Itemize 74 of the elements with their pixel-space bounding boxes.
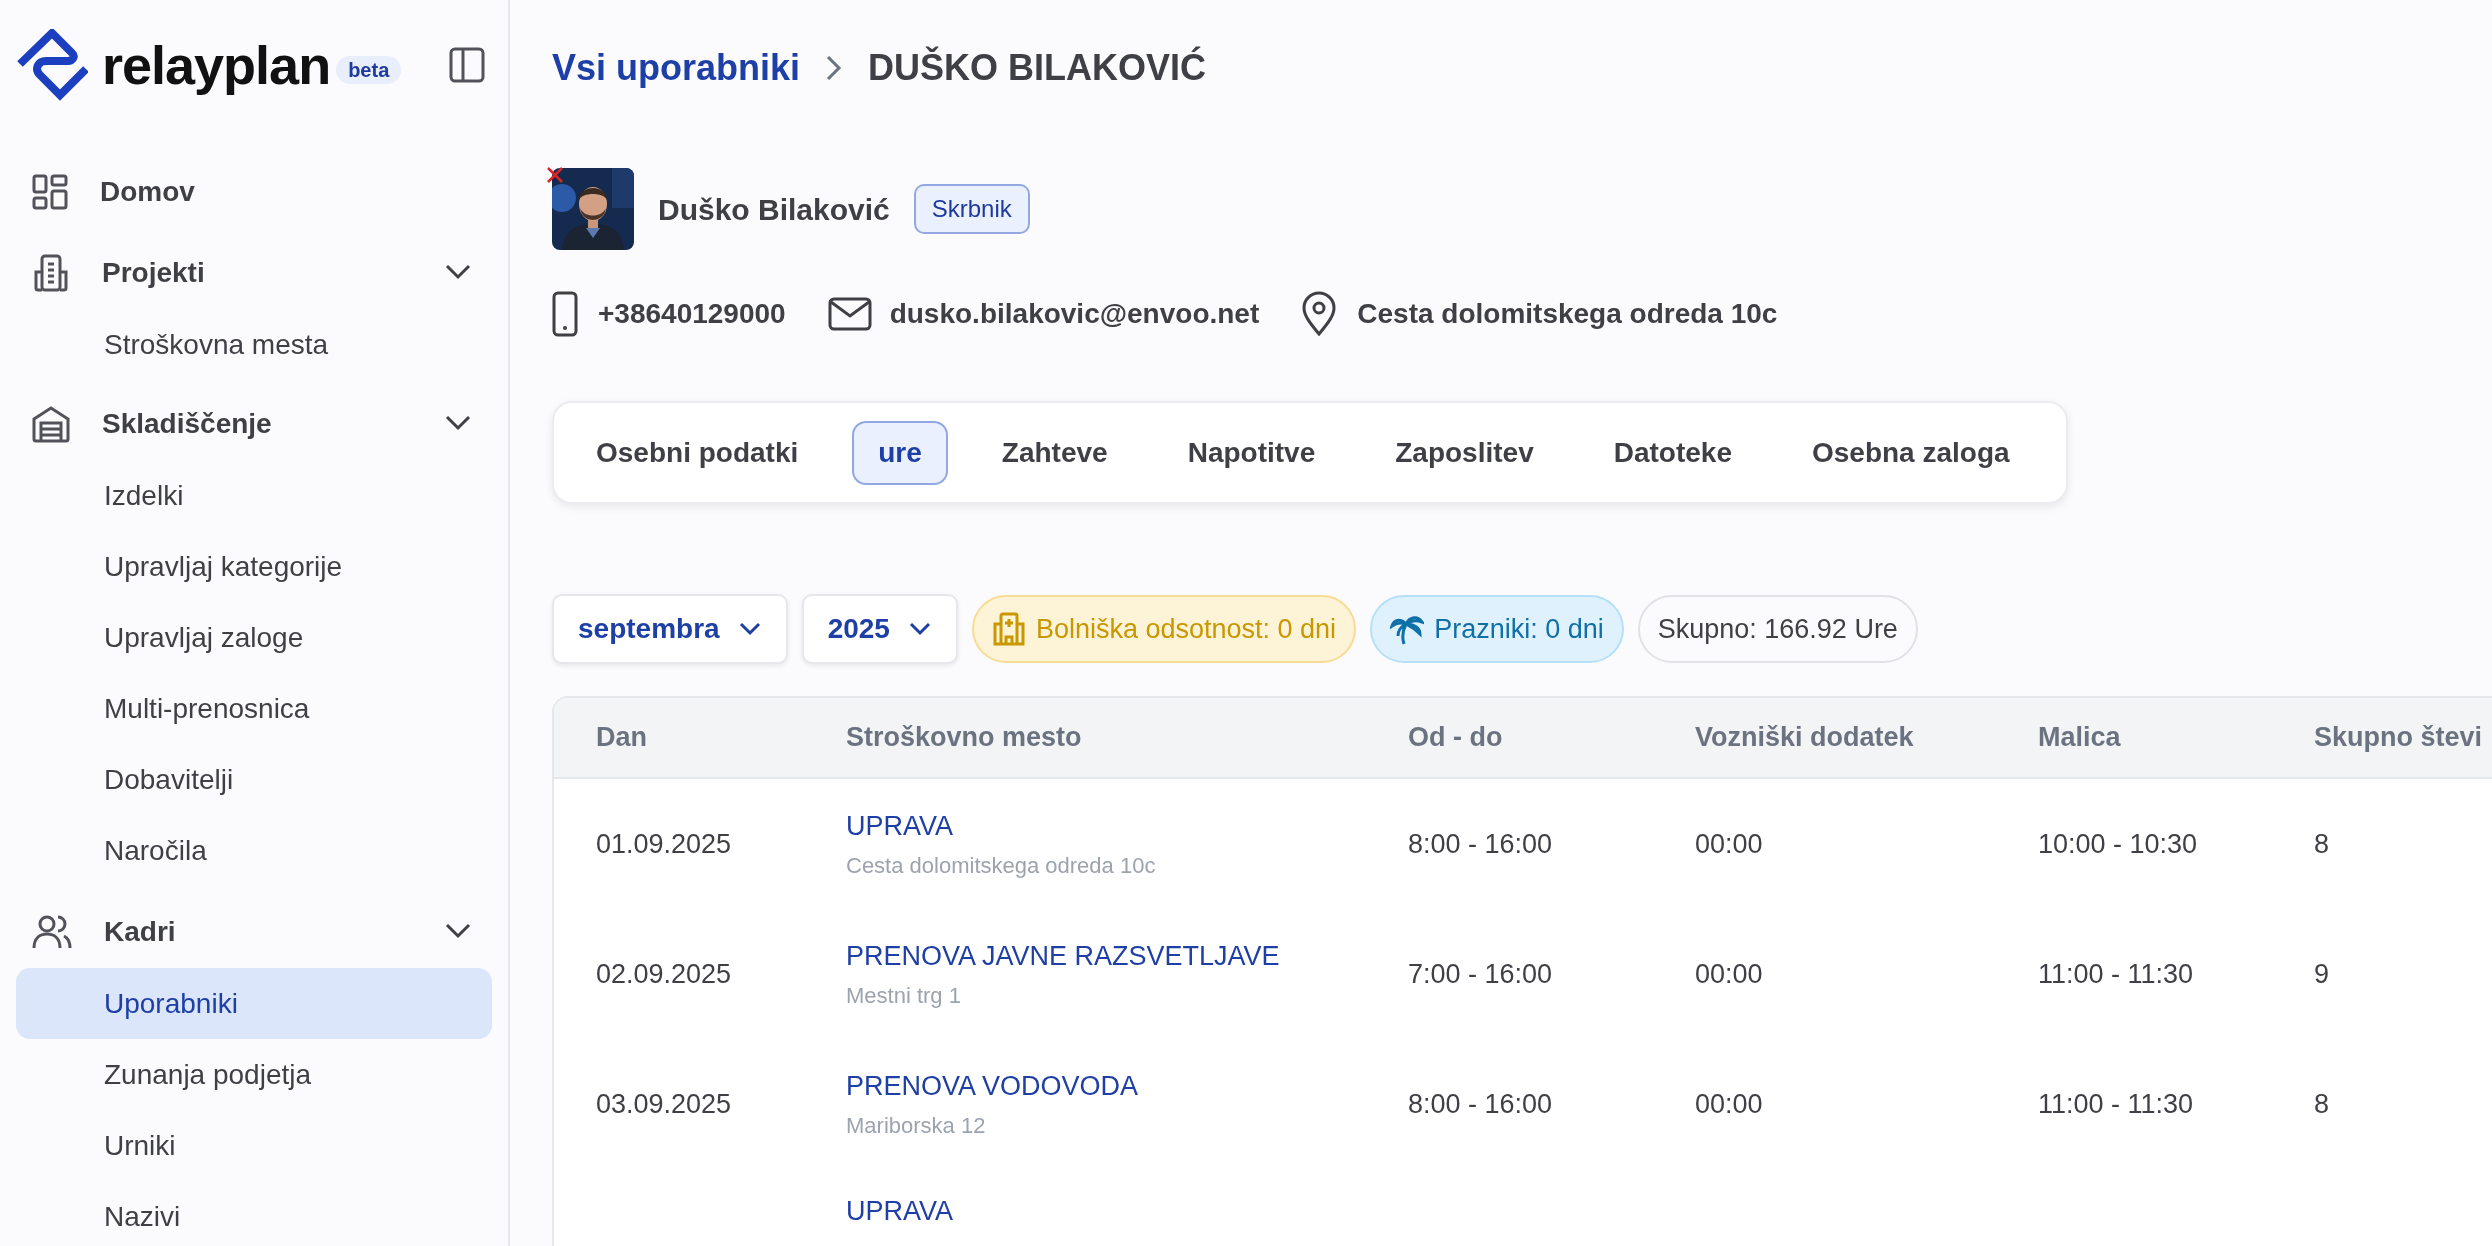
breadcrumb-link[interactable]: Vsi uporabniki bbox=[552, 41, 801, 95]
mail-icon bbox=[827, 297, 872, 331]
beta-badge: beta bbox=[336, 56, 402, 84]
table-cell: 00:00 bbox=[1695, 958, 1763, 989]
total-hours-badge: Skupno: 166.92 Ure bbox=[1637, 595, 1918, 663]
x-mark-icon bbox=[546, 166, 564, 184]
column-header: Dan bbox=[596, 722, 647, 753]
sidebar-item[interactable]: Domov bbox=[0, 156, 508, 228]
sidebar-item[interactable]: Urniki bbox=[0, 1110, 508, 1181]
year-select[interactable]: 2025 bbox=[801, 594, 958, 664]
column-header: Vozniški dodatek bbox=[1695, 722, 1914, 753]
role-badge: Skrbnik bbox=[913, 184, 1030, 234]
column-header: Skupno števi bbox=[2314, 722, 2483, 753]
dashboard-icon bbox=[32, 174, 68, 210]
table-cell: 8 bbox=[2314, 1088, 2330, 1119]
address: Cesta dolomitskega odreda 10c bbox=[1357, 297, 1778, 331]
sidebar-item[interactable]: Skladiščenje bbox=[0, 388, 508, 460]
table-cell: 03.09.2025 bbox=[596, 1088, 732, 1119]
cost-center-link[interactable]: PRENOVA JAVNE RAZSVETLJAVE bbox=[846, 936, 1408, 977]
cost-center-address: Mariborska 12 bbox=[846, 1111, 987, 1140]
sidebar-item[interactable]: Uporabniki bbox=[16, 968, 492, 1039]
table-cell: 01.09.2025 bbox=[596, 828, 732, 859]
sidebar-item[interactable]: Nazivi bbox=[0, 1181, 508, 1246]
sidebar-item[interactable]: Upravljaj kategorije bbox=[0, 531, 508, 602]
sidebar-item[interactable]: Naročila bbox=[0, 815, 508, 886]
tab[interactable]: Osebni podatki bbox=[570, 420, 825, 485]
building-icon bbox=[32, 254, 70, 292]
location-pin-icon bbox=[1301, 291, 1338, 337]
table-cell: 00:00 bbox=[1695, 1088, 1763, 1119]
holidays-badge: Prazniki: 0 dni bbox=[1370, 595, 1624, 663]
sidebar-item[interactable]: Izdelki bbox=[0, 460, 508, 531]
column-header: Stroškovno mesto bbox=[846, 722, 1082, 753]
sick-leave-badge: Bolniška odsotnost: 0 dni bbox=[971, 595, 1357, 663]
sidebar-item[interactable]: Kadri bbox=[0, 896, 508, 968]
table-cell: 10:00 - 10:30 bbox=[2038, 828, 2198, 859]
cost-center-link[interactable]: UPRAVA bbox=[846, 1191, 1408, 1232]
month-select[interactable]: septembra bbox=[552, 594, 788, 664]
table-cell: 9 bbox=[2314, 958, 2330, 989]
page-title: DUŠKO BILAKOVIĆ bbox=[868, 45, 1207, 90]
warehouse-icon bbox=[32, 405, 70, 443]
table-cell: 8:00 - 16:00 bbox=[1408, 828, 1553, 859]
logo-icon bbox=[16, 29, 88, 101]
tab[interactable]: Osebna zaloga bbox=[1786, 420, 2036, 485]
tab[interactable]: Datoteke bbox=[1587, 420, 1758, 485]
sidebar-item[interactable]: Projekti bbox=[0, 237, 508, 309]
sidebar-item[interactable]: Stroškovna mesta bbox=[0, 309, 508, 380]
table-cell: 8 bbox=[2314, 828, 2330, 859]
sidebar-item[interactable]: Dobavitelji bbox=[0, 744, 508, 815]
sidebar-toggle-icon[interactable] bbox=[448, 46, 486, 84]
column-header: Malica bbox=[2038, 722, 2121, 753]
tab[interactable]: Napotitve bbox=[1161, 420, 1342, 485]
table-cell: 11:00 - 11:30 bbox=[2038, 958, 2194, 989]
hospital-icon bbox=[991, 612, 1026, 646]
table-cell: 7:00 - 16:00 bbox=[1408, 958, 1553, 989]
user-name: Duško Bilaković bbox=[658, 191, 890, 228]
cost-center-address: Cesta dolomitskega odreda 10c bbox=[846, 851, 1157, 880]
table-cell: 8:00 - 16:00 bbox=[1408, 1088, 1553, 1119]
users-icon bbox=[32, 914, 72, 950]
sidebar-item[interactable]: Zunanja podjetja bbox=[0, 1039, 508, 1110]
email-address: dusko.bilakovic@envoo.net bbox=[889, 297, 1260, 331]
table-cell: 00:00 bbox=[1695, 828, 1763, 859]
cost-center-link[interactable]: PRENOVA VODOVODA bbox=[846, 1066, 1408, 1107]
table-cell: 02.09.2025 bbox=[596, 958, 732, 989]
sidebar-item[interactable]: Upravljaj zaloge bbox=[0, 602, 508, 673]
tab[interactable]: ure bbox=[852, 420, 948, 485]
tab[interactable]: Zaposlitev bbox=[1369, 420, 1560, 485]
column-header: Od - do bbox=[1408, 722, 1503, 753]
cost-center-link[interactable]: UPRAVA bbox=[846, 806, 1408, 847]
sidebar-item[interactable]: Multi-prenosnica bbox=[0, 673, 508, 744]
phone-icon bbox=[552, 291, 578, 337]
phone-number: +38640129000 bbox=[598, 297, 786, 331]
cost-center-address: Mestni trg 1 bbox=[846, 981, 962, 1010]
table-cell: 11:00 - 11:30 bbox=[2038, 1088, 2194, 1119]
tab[interactable]: Zahteve bbox=[975, 420, 1134, 485]
